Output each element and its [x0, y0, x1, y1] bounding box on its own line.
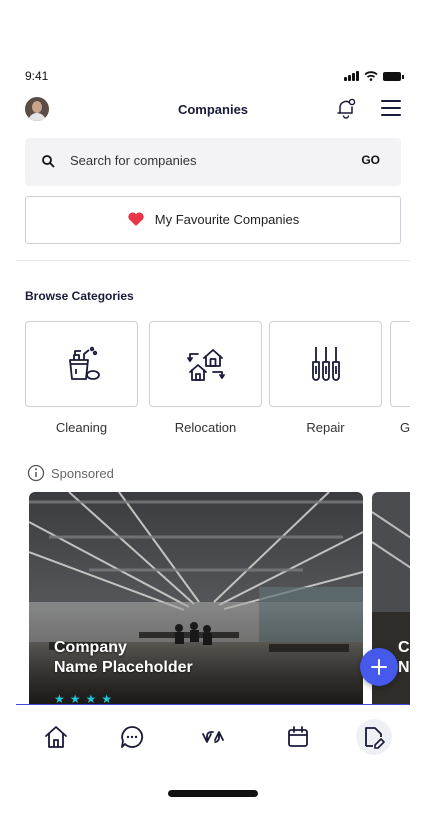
exchange-icon — [202, 731, 224, 743]
category-relocation[interactable]: Relocation — [149, 321, 262, 435]
battery-icon — [383, 72, 404, 81]
sponsored-label: Sponsored — [27, 464, 114, 482]
calendar-icon — [288, 726, 308, 747]
go-button[interactable]: GO — [361, 153, 380, 167]
tab-calendar[interactable] — [280, 719, 316, 755]
home-icon — [45, 726, 67, 748]
tab-chat[interactable] — [114, 719, 150, 755]
favourite-companies-button[interactable]: My Favourite Companies — [25, 196, 401, 244]
tab-exchange[interactable] — [195, 719, 231, 755]
office-photo — [29, 492, 363, 712]
category-cleaning[interactable]: Cleaning — [25, 321, 138, 435]
info-icon — [27, 464, 45, 482]
status-icons — [344, 71, 404, 81]
add-button[interactable] — [360, 648, 398, 686]
category-label: Relocation — [174, 420, 237, 435]
divider — [16, 260, 410, 261]
search-input[interactable]: Search for companies — [70, 153, 196, 168]
wifi-icon — [364, 71, 378, 81]
category-list: Cleaning Relocation Repair G — [25, 321, 410, 436]
tab-company-edit[interactable] — [356, 719, 392, 755]
signal-icon — [344, 71, 359, 81]
category-label: Cleaning — [55, 420, 108, 435]
sponsored-card[interactable]: Company Name Placeholder ★★★★ — [29, 492, 363, 712]
company-name: Company Name Placeholder — [54, 639, 193, 676]
favourite-companies-label: My Favourite Companies — [154, 211, 300, 227]
category-label: G — [400, 420, 410, 435]
browse-categories-title: Browse Categories — [25, 289, 134, 303]
chat-icon — [121, 726, 144, 748]
tools-icon — [311, 347, 340, 381]
tab-home[interactable] — [38, 719, 74, 755]
category-repair[interactable]: Repair — [269, 321, 382, 435]
heart-icon — [128, 212, 144, 226]
sponsored-text: Sponsored — [51, 465, 114, 481]
hamburger-menu-icon[interactable] — [381, 100, 401, 116]
company-name: C N — [398, 639, 410, 676]
status-time: 9:41 — [25, 69, 49, 83]
moving-house-icon — [186, 349, 225, 381]
tab-bar — [16, 704, 410, 769]
status-bar: 9:41 — [25, 69, 404, 87]
category-partial[interactable]: G — [390, 321, 410, 435]
sponsored-cards: Company Name Placeholder ★★★★ C N — [29, 492, 410, 712]
header: Companies — [25, 95, 401, 123]
search-bar[interactable]: Search for companies GO — [25, 138, 401, 186]
app-screen: 9:41 Companies Search for companies GO M… — [16, 55, 410, 807]
cleaning-supplies-icon — [68, 346, 100, 380]
search-icon — [42, 155, 55, 168]
bell-icon[interactable] — [335, 97, 357, 119]
home-indicator — [168, 790, 258, 797]
company-edit-icon — [365, 727, 385, 749]
category-label: Repair — [306, 420, 345, 435]
